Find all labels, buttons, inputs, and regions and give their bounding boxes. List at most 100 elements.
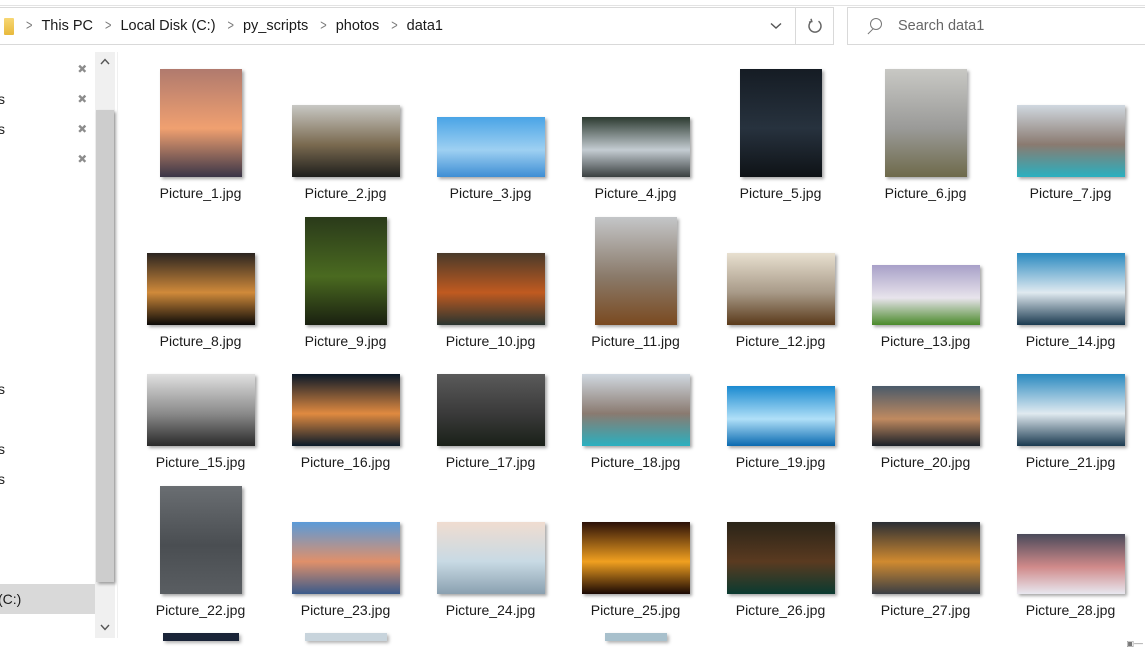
pin-icon[interactable]: ✚ xyxy=(74,90,91,107)
thumbnail-container xyxy=(708,200,853,325)
image-thumbnail[interactable] xyxy=(436,253,545,325)
image-thumbnail[interactable] xyxy=(884,69,967,177)
image-thumbnail[interactable] xyxy=(159,69,242,177)
file-tile[interactable]: Picture_17.jpg xyxy=(418,321,563,470)
file-name: Picture_27.jpg xyxy=(880,602,971,618)
image-thumbnail[interactable] xyxy=(594,217,677,325)
image-thumbnail[interactable] xyxy=(581,522,690,594)
image-thumbnail[interactable] xyxy=(291,105,400,177)
image-thumbnail[interactable] xyxy=(436,374,545,446)
view-toggle-icon[interactable]: ▣‒‒ xyxy=(1127,639,1143,648)
image-thumbnail[interactable] xyxy=(739,69,822,177)
image-thumbnail[interactable] xyxy=(726,386,835,446)
image-thumbnail[interactable] xyxy=(159,486,242,594)
image-thumbnail[interactable] xyxy=(146,253,255,325)
image-thumbnail[interactable] xyxy=(726,522,835,594)
pin-icon[interactable]: ✚ xyxy=(74,60,91,77)
nav-item[interactable]: ✚ xyxy=(0,144,95,174)
nav-pane-scrollbar[interactable] xyxy=(95,52,115,638)
thumbnail-container xyxy=(853,469,998,594)
file-tile[interactable]: Picture_2.jpg xyxy=(273,52,418,201)
chevron-right-icon[interactable]: > xyxy=(105,18,111,34)
file-name: Picture_16.jpg xyxy=(300,454,391,470)
file-tile[interactable]: Picture_24.jpg xyxy=(418,469,563,618)
refresh-button[interactable] xyxy=(795,8,834,44)
image-thumbnail-partial[interactable] xyxy=(305,633,387,641)
image-thumbnail-partial[interactable] xyxy=(163,633,239,641)
pin-icon[interactable]: ✚ xyxy=(74,150,91,167)
scroll-down-button[interactable] xyxy=(95,622,115,634)
file-tile[interactable]: Picture_23.jpg xyxy=(273,469,418,618)
file-name: Picture_23.jpg xyxy=(300,602,391,618)
file-tile[interactable]: Picture_20.jpg xyxy=(853,321,998,470)
file-tile[interactable]: Picture_19.jpg xyxy=(708,321,853,470)
image-thumbnail[interactable] xyxy=(1016,105,1125,177)
nav-item[interactable]: s xyxy=(0,434,95,464)
nav-item[interactable]: s ✚ xyxy=(0,84,95,114)
scroll-up-button[interactable] xyxy=(95,56,115,68)
file-tile[interactable]: Picture_21.jpg xyxy=(998,321,1143,470)
file-tile[interactable]: Picture_3.jpg xyxy=(418,52,563,201)
file-tile[interactable]: Picture_4.jpg xyxy=(563,52,708,201)
file-name: Picture_20.jpg xyxy=(880,454,971,470)
breadcrumb-data1[interactable]: data1 xyxy=(407,18,443,34)
nav-item-label: s xyxy=(0,121,5,137)
file-name: Picture_7.jpg xyxy=(1029,185,1112,201)
file-name: Picture_25.jpg xyxy=(590,602,681,618)
thumbnail-container xyxy=(418,469,563,594)
search-input[interactable] xyxy=(898,18,1118,34)
chevron-right-icon[interactable]: > xyxy=(391,18,397,34)
image-thumbnail[interactable] xyxy=(581,374,690,446)
image-thumbnail[interactable] xyxy=(146,374,255,446)
image-thumbnail[interactable] xyxy=(436,522,545,594)
thumbnail-container xyxy=(998,321,1143,446)
nav-item[interactable]: ✚ xyxy=(0,54,95,84)
nav-item[interactable]: (C:) xyxy=(0,584,95,614)
image-thumbnail[interactable] xyxy=(871,386,980,446)
chevron-up-icon xyxy=(100,58,110,65)
image-thumbnail[interactable] xyxy=(304,217,387,325)
image-thumbnail[interactable] xyxy=(871,265,980,325)
file-tile[interactable]: Picture_7.jpg xyxy=(998,52,1143,201)
file-tile[interactable]: Picture_28.jpg xyxy=(998,469,1143,618)
chevron-right-icon[interactable]: > xyxy=(26,18,32,34)
thumbnail-container xyxy=(853,52,998,177)
image-thumbnail[interactable] xyxy=(726,253,835,325)
file-tile[interactable]: Picture_1.jpg xyxy=(128,52,273,201)
breadcrumb-py-scripts[interactable]: py_scripts xyxy=(243,18,308,34)
thumbnail-container xyxy=(273,321,418,446)
image-thumbnail-partial[interactable] xyxy=(605,633,667,641)
nav-item[interactable]: s ✚ xyxy=(0,114,95,144)
breadcrumb-local-disk[interactable]: Local Disk (C:) xyxy=(120,18,215,34)
breadcrumb-photos[interactable]: photos xyxy=(336,18,380,34)
chevron-right-icon[interactable]: > xyxy=(228,18,234,34)
file-tile[interactable]: Picture_22.jpg xyxy=(128,469,273,618)
file-tile[interactable]: Picture_6.jpg xyxy=(853,52,998,201)
thumbnail-container xyxy=(708,321,853,446)
address-history-button[interactable] xyxy=(757,8,795,44)
nav-item[interactable]: s xyxy=(0,374,95,404)
file-tile[interactable]: Picture_5.jpg xyxy=(708,52,853,201)
file-tile[interactable]: Picture_16.jpg xyxy=(273,321,418,470)
pin-icon[interactable]: ✚ xyxy=(74,120,91,137)
file-tile[interactable]: Picture_18.jpg xyxy=(563,321,708,470)
file-tile[interactable]: Picture_25.jpg xyxy=(563,469,708,618)
breadcrumb-this-pc[interactable]: This PC xyxy=(41,18,93,34)
image-thumbnail[interactable] xyxy=(871,522,980,594)
image-thumbnail[interactable] xyxy=(1016,534,1125,594)
image-thumbnail[interactable] xyxy=(291,374,400,446)
address-bar[interactable]: > This PC > Local Disk (C:) > py_scripts… xyxy=(0,7,834,45)
file-tile[interactable]: Picture_27.jpg xyxy=(853,469,998,618)
image-thumbnail[interactable] xyxy=(581,117,690,177)
scrollbar-thumb[interactable] xyxy=(96,110,114,582)
image-thumbnail[interactable] xyxy=(436,117,545,177)
chevron-right-icon[interactable]: > xyxy=(320,18,326,34)
file-tile[interactable]: Picture_26.jpg xyxy=(708,469,853,618)
image-thumbnail[interactable] xyxy=(1016,253,1125,325)
nav-item[interactable]: s xyxy=(0,464,95,494)
file-tile[interactable]: Picture_15.jpg xyxy=(128,321,273,470)
search-box[interactable] xyxy=(847,7,1145,45)
image-thumbnail[interactable] xyxy=(1016,374,1125,446)
thumbnail-container xyxy=(853,321,998,446)
image-thumbnail[interactable] xyxy=(291,522,400,594)
